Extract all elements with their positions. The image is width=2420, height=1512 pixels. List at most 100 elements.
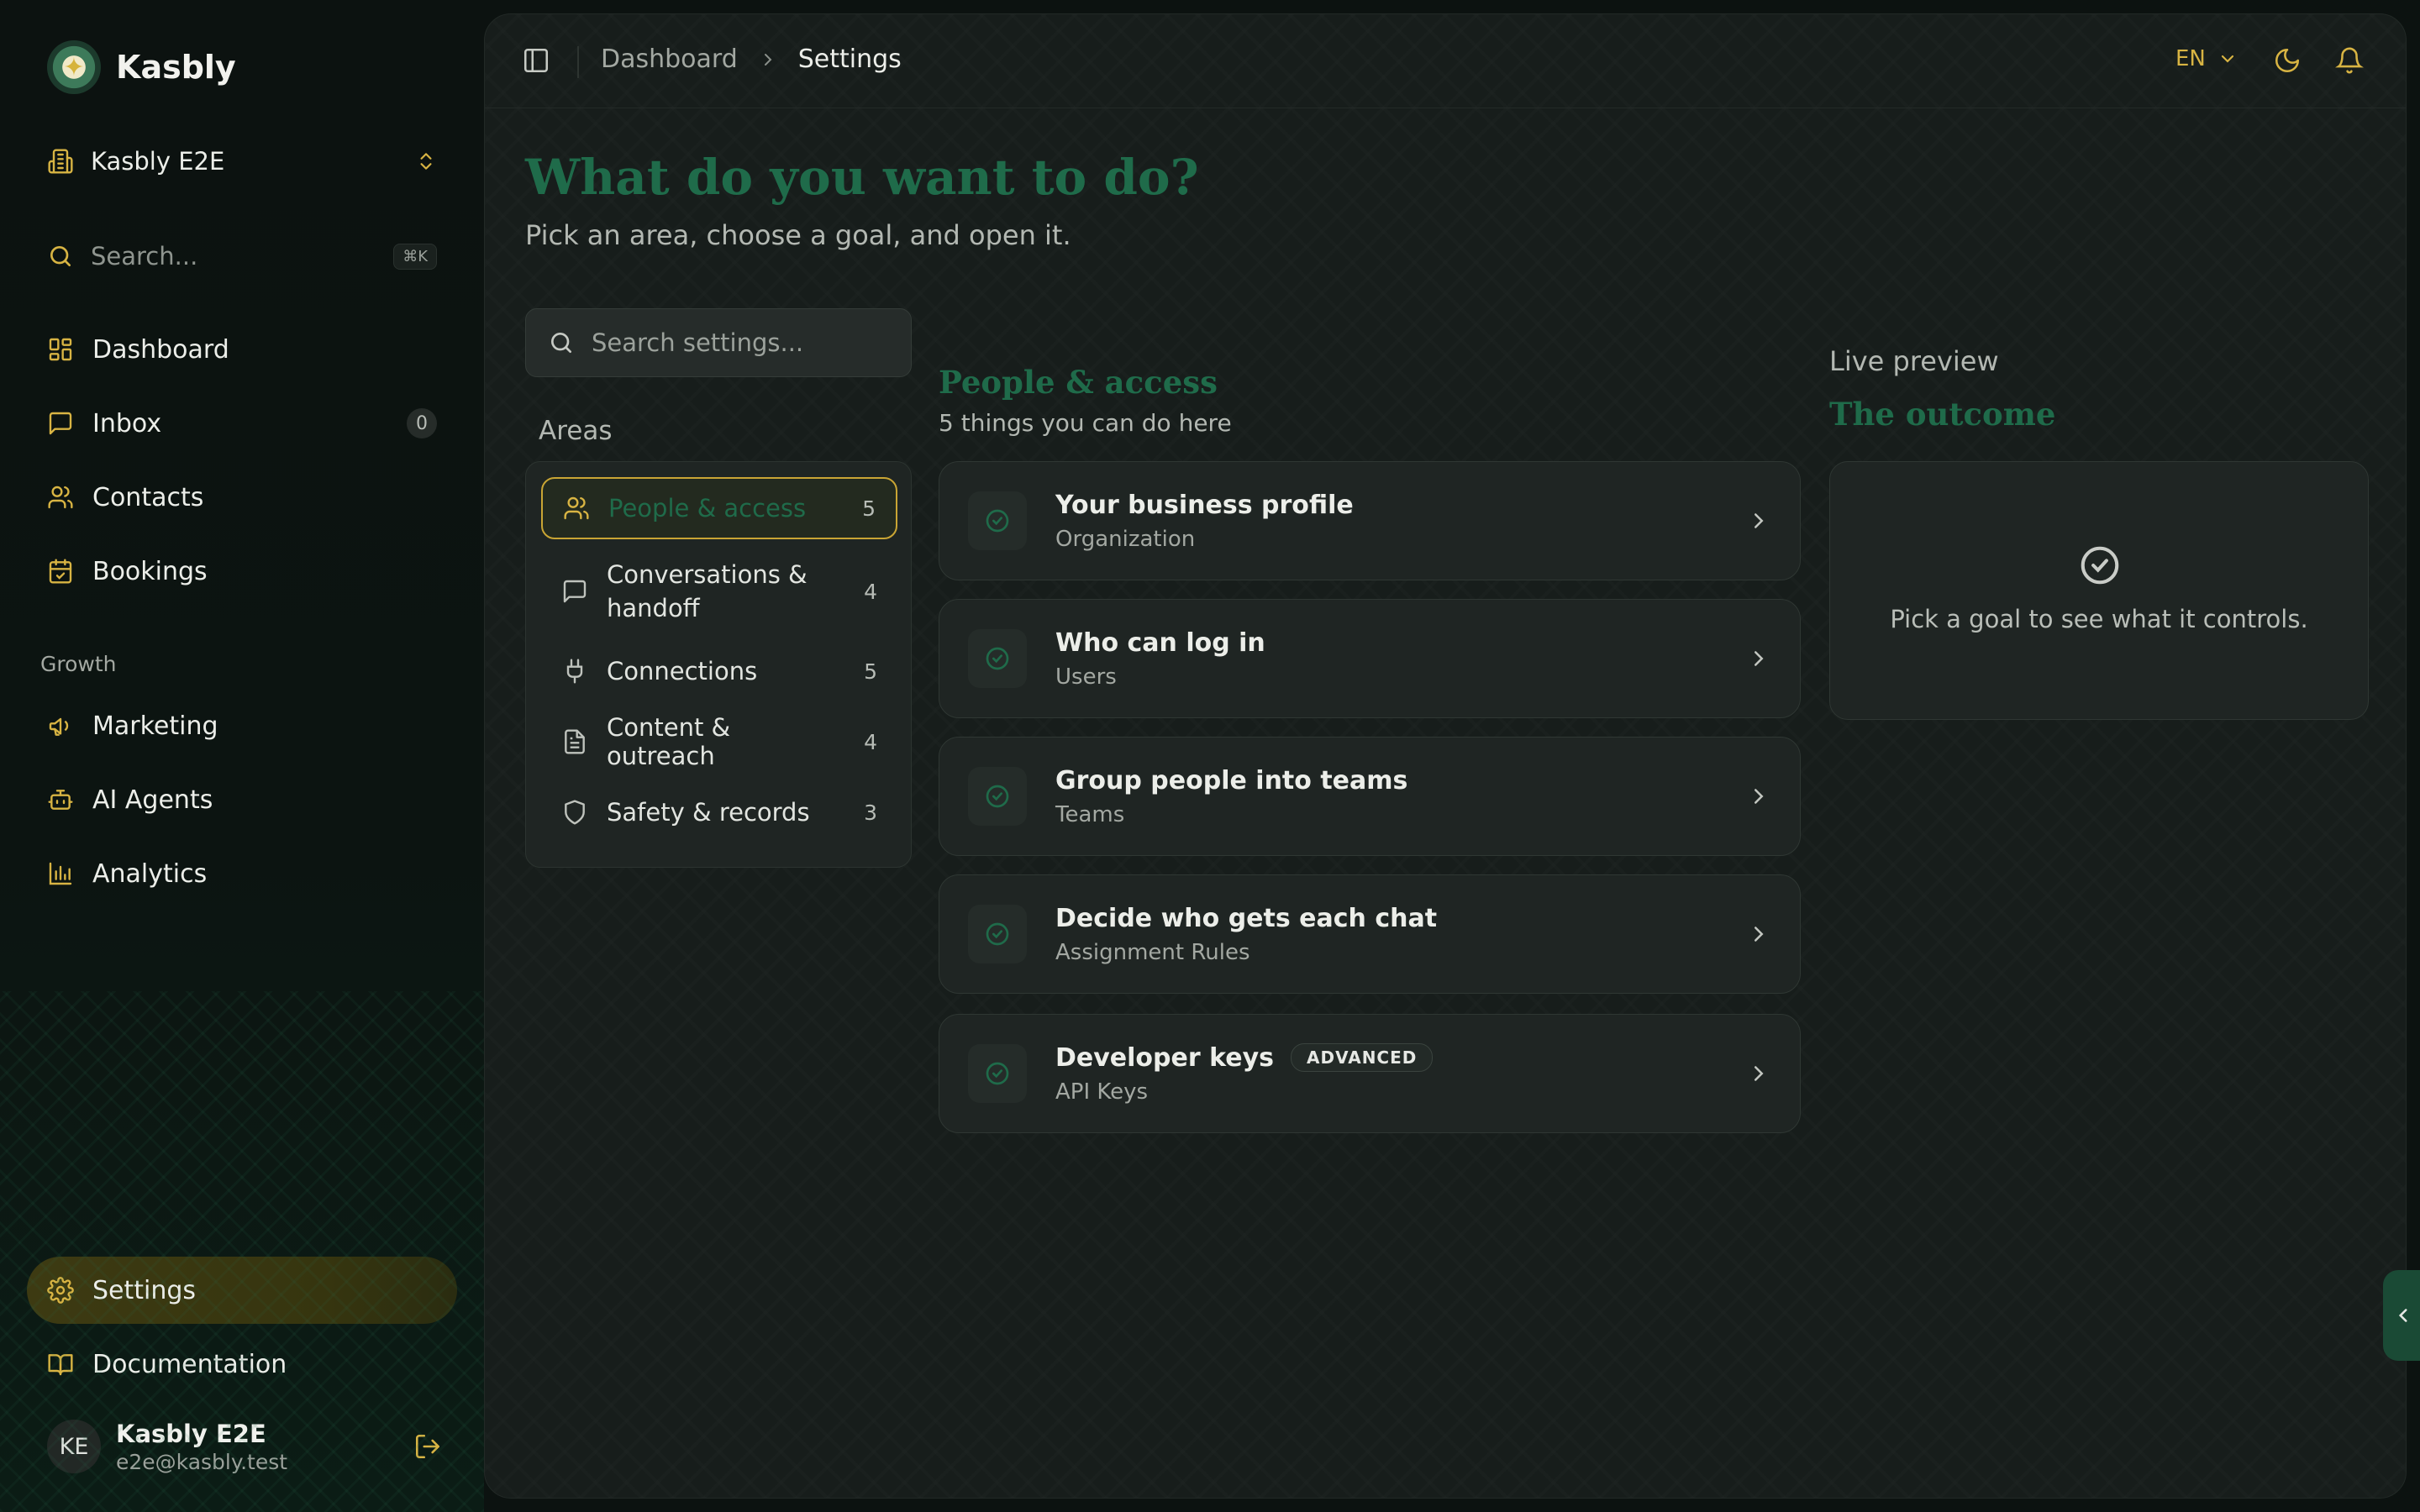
goal-subtitle: Organization bbox=[1055, 526, 1196, 552]
settings-search-input[interactable]: Search settings... bbox=[525, 308, 912, 377]
nav-marketing[interactable]: Marketing bbox=[47, 706, 437, 746]
nav-dashboard-label: Dashboard bbox=[92, 334, 229, 365]
bell-icon[interactable] bbox=[2335, 46, 2364, 75]
nav-ai-agents[interactable]: AI Agents bbox=[47, 780, 437, 820]
main-panel: Dashboard Settings EN What do you want t… bbox=[484, 13, 2407, 1499]
building-icon bbox=[48, 149, 73, 174]
area-label: Connections bbox=[607, 657, 758, 685]
nav-inbox-label: Inbox bbox=[92, 408, 162, 438]
goal-subtitle: Teams bbox=[1055, 801, 1125, 827]
live-preview-label: Live preview bbox=[1829, 345, 1999, 377]
area-connections[interactable]: Connections 5 bbox=[541, 640, 897, 702]
nav-analytics[interactable]: Analytics bbox=[47, 853, 437, 894]
collapse-panel-tab[interactable] bbox=[2383, 1270, 2420, 1361]
check-circle-icon bbox=[968, 767, 1027, 826]
nav-settings-label: Settings bbox=[92, 1275, 197, 1305]
areas-list: People & access 5 Conversations & handof… bbox=[525, 461, 912, 868]
breadcrumb: Dashboard Settings bbox=[601, 45, 902, 74]
workspace-switcher[interactable]: Kasbly E2E bbox=[47, 143, 437, 180]
area-count: 4 bbox=[864, 729, 877, 754]
moon-icon[interactable] bbox=[2273, 46, 2302, 75]
goal-business-profile[interactable]: Your business profile Organization bbox=[939, 461, 1801, 580]
advanced-badge: ADVANCED bbox=[1291, 1043, 1434, 1072]
sidebar-toggle-icon[interactable] bbox=[522, 46, 550, 75]
check-circle-icon bbox=[2081, 546, 2119, 585]
goal-title: Who can log in bbox=[1055, 627, 1265, 658]
topbar-divider bbox=[577, 46, 579, 78]
goal-title: Decide who gets each chat bbox=[1055, 903, 1438, 933]
goal-assignment-rules[interactable]: Decide who gets each chat Assignment Rul… bbox=[939, 874, 1801, 994]
brand-name: Kasbly bbox=[116, 49, 236, 86]
area-content-outreach[interactable]: Content & outreach 4 bbox=[541, 711, 897, 773]
sidebar-search-placeholder: Search... bbox=[91, 242, 198, 270]
people-icon bbox=[564, 496, 589, 520]
goal-subtitle: Assignment Rules bbox=[1055, 939, 1250, 965]
nav-contacts-label: Contacts bbox=[92, 482, 204, 512]
user-name: Kasbly E2E bbox=[116, 1419, 266, 1448]
area-count: 3 bbox=[864, 800, 877, 825]
section-title: People & access bbox=[939, 364, 1218, 401]
search-shortcut: ⌘K bbox=[393, 243, 437, 270]
nav-settings[interactable]: Settings bbox=[47, 1270, 437, 1310]
contacts-icon bbox=[48, 486, 73, 509]
areas-heading: Areas bbox=[539, 416, 613, 446]
nav-dashboard[interactable]: Dashboard bbox=[47, 329, 437, 370]
topbar: Dashboard Settings EN bbox=[485, 14, 2406, 108]
workspace-name: Kasbly E2E bbox=[91, 147, 225, 176]
megaphone-icon bbox=[49, 717, 69, 736]
goal-subtitle: API Keys bbox=[1055, 1079, 1149, 1105]
goal-teams[interactable]: Group people into teams Teams bbox=[939, 737, 1801, 856]
document-icon bbox=[565, 729, 585, 754]
area-conversations-handoff[interactable]: Conversations & handoff 4 bbox=[541, 554, 897, 628]
breadcrumb-dashboard[interactable]: Dashboard bbox=[601, 45, 738, 74]
chat-icon bbox=[563, 580, 587, 603]
inbox-count-badge: 0 bbox=[407, 408, 437, 438]
chevron-down-icon bbox=[2221, 55, 2233, 63]
brand-logo-icon: ✦ bbox=[47, 40, 101, 94]
breadcrumb-settings: Settings bbox=[797, 45, 902, 74]
area-count: 5 bbox=[862, 496, 876, 521]
nav-documentation[interactable]: Documentation bbox=[47, 1344, 437, 1384]
area-label: People & access bbox=[608, 494, 807, 522]
user-profile[interactable]: KE Kasbly E2E e2e@kasbly.test bbox=[47, 1416, 442, 1477]
language-label: EN bbox=[2175, 46, 2206, 71]
page-title: What do you want to do? bbox=[525, 149, 1199, 206]
user-email: e2e@kasbly.test bbox=[116, 1449, 288, 1474]
robot-icon bbox=[48, 790, 73, 810]
nav-contacts[interactable]: Contacts bbox=[47, 477, 437, 517]
shield-icon bbox=[565, 800, 585, 825]
check-circle-icon bbox=[968, 905, 1027, 963]
goal-who-can-log-in[interactable]: Who can log in Users bbox=[939, 599, 1801, 718]
settings-search-placeholder: Search settings... bbox=[592, 328, 804, 357]
area-label: Content & outreach bbox=[607, 713, 731, 770]
search-icon bbox=[551, 333, 571, 353]
area-safety-records[interactable]: Safety & records 3 bbox=[541, 781, 897, 843]
live-preview-panel: Pick a goal to see what it controls. bbox=[1829, 461, 2369, 720]
search-icon bbox=[50, 246, 71, 266]
live-preview-title: The outcome bbox=[1829, 396, 2056, 433]
nav-bookings[interactable]: Bookings bbox=[47, 551, 437, 591]
area-label: Safety & records bbox=[607, 798, 810, 827]
dashboard-icon bbox=[49, 338, 72, 361]
inbox-icon bbox=[49, 412, 72, 435]
goal-subtitle: Users bbox=[1055, 664, 1117, 690]
gear-icon bbox=[47, 1277, 74, 1304]
chevron-left-icon bbox=[2398, 1309, 2407, 1322]
book-icon bbox=[48, 1354, 73, 1376]
logout-icon[interactable] bbox=[413, 1432, 442, 1461]
chevron-right-icon bbox=[1754, 1066, 1764, 1081]
area-count: 4 bbox=[864, 579, 877, 604]
goal-title: Developer keys bbox=[1055, 1042, 1275, 1073]
area-people-access[interactable]: People & access 5 bbox=[541, 477, 897, 539]
nav-analytics-label: Analytics bbox=[92, 858, 208, 889]
sidebar-search[interactable]: Search... ⌘K bbox=[47, 237, 437, 276]
area-label: Conversations & handoff bbox=[607, 560, 808, 622]
chevron-right-icon bbox=[1754, 651, 1764, 666]
language-selector[interactable]: EN bbox=[2175, 46, 2238, 71]
nav-inbox[interactable]: Inbox 0 bbox=[47, 403, 437, 444]
sidebar: ✦ Kasbly Kasbly E2E Search... ⌘K Dashboa… bbox=[0, 0, 484, 1512]
goal-api-keys[interactable]: Developer keys ADVANCED API Keys bbox=[939, 1014, 1801, 1133]
brand[interactable]: ✦ Kasbly bbox=[47, 40, 236, 94]
calendar-icon bbox=[49, 559, 72, 584]
check-circle-icon bbox=[968, 491, 1027, 550]
